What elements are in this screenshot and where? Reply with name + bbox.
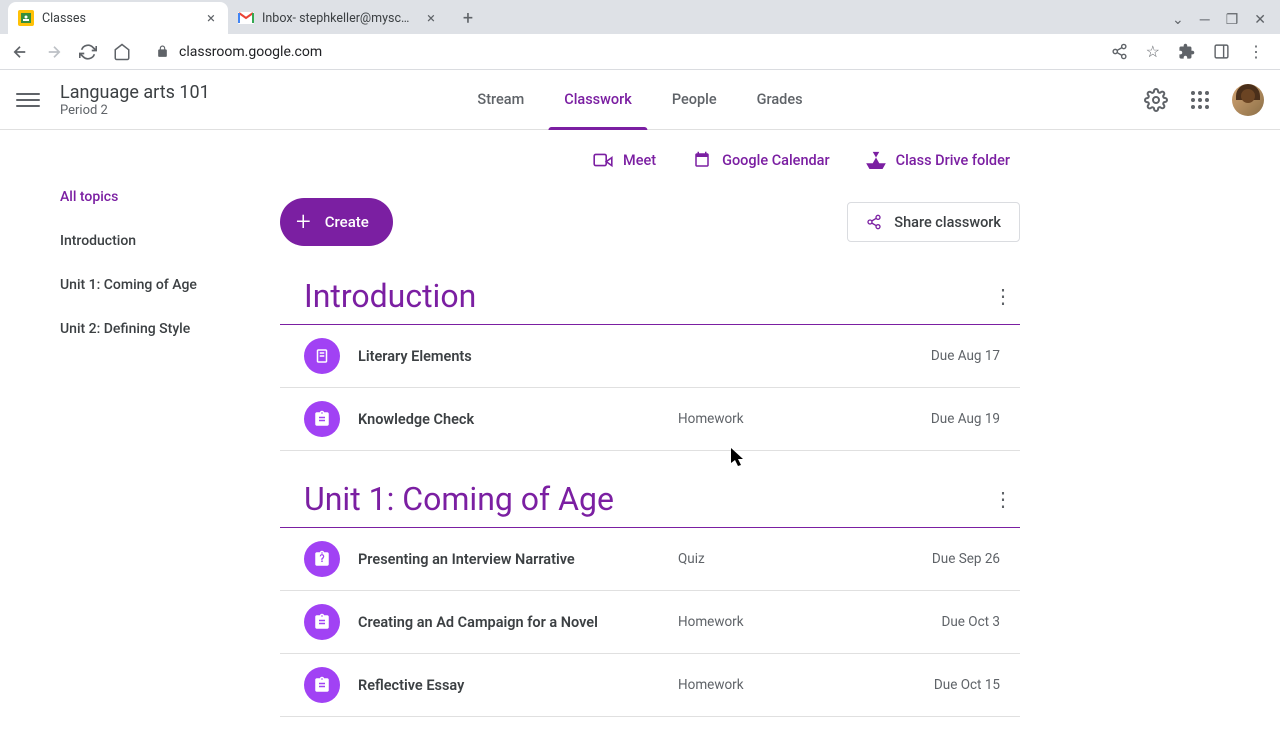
sidebar-item-all-topics[interactable]: All topics [60, 175, 280, 219]
class-period: Period 2 [60, 103, 210, 118]
assignment-row[interactable]: Literary Elements Due Aug 17 [280, 325, 1020, 388]
topic-menu-icon[interactable]: ⋮ [985, 276, 1020, 316]
browser-tab-inactive[interactable]: Inbox- stephkeller@myschool.edu × [228, 2, 448, 34]
tab-people[interactable]: People [672, 70, 717, 130]
google-apps-icon[interactable] [1188, 88, 1212, 112]
url-text: classroom.google.com [179, 44, 322, 60]
topic-title[interactable]: Introduction [280, 277, 476, 315]
drive-icon [866, 150, 886, 170]
assignment-due: Due Aug 17 [931, 348, 1000, 364]
window-controls: ⌄ ─ ❐ ✕ [1172, 11, 1280, 34]
assignment-title: Literary Elements [358, 348, 678, 365]
url-field[interactable]: classroom.google.com [146, 44, 1097, 60]
back-button[interactable] [10, 42, 30, 62]
class-name: Language arts 101 [60, 82, 210, 103]
browser-tab-strip: Classes × Inbox- stephkeller@myschool.ed… [0, 0, 1280, 34]
assignment-icon [304, 604, 340, 640]
tab-title: Inbox- stephkeller@myschool.edu [262, 11, 412, 26]
classroom-favicon-icon [18, 10, 34, 26]
assignment-row[interactable]: Creating an Ad Campaign for a Novel Home… [280, 591, 1020, 654]
assignment-due: Due Sep 26 [932, 551, 1000, 567]
hamburger-menu-icon[interactable] [16, 88, 40, 112]
address-bar: classroom.google.com ☆ ⋮ [0, 34, 1280, 70]
assignment-title: Creating an Ad Campaign for a Novel [358, 614, 678, 631]
main-content: Meet Google Calendar Class Drive folder … [280, 150, 1080, 745]
close-icon[interactable]: × [424, 9, 438, 27]
assignment-due: Due Oct 3 [941, 614, 1000, 630]
assignment-due: Due Oct 15 [934, 677, 1000, 693]
assignment-title: Presenting an Interview Narrative [358, 551, 678, 568]
assignment-icon [304, 667, 340, 703]
topic-section: Introduction ⋮ Literary Elements Due Aug… [280, 276, 1020, 451]
assignment-due: Due Aug 19 [931, 411, 1000, 427]
calendar-icon [692, 150, 712, 170]
gmail-favicon-icon [238, 10, 254, 26]
assignment-title: Knowledge Check [358, 411, 678, 428]
minimize-icon[interactable]: ─ [1200, 11, 1210, 28]
assignment-type: Homework [678, 411, 931, 427]
assignment-row[interactable]: Presenting an Interview Narrative Quiz D… [280, 528, 1020, 591]
tab-classwork[interactable]: Classwork [564, 70, 632, 130]
browser-tab-active[interactable]: Classes × [8, 2, 228, 34]
maximize-icon[interactable]: ❐ [1226, 12, 1239, 28]
app-header: Language arts 101 Period 2 Stream Classw… [0, 70, 1280, 130]
close-icon[interactable]: × [204, 9, 218, 27]
lock-icon [156, 45, 169, 58]
sidebar-item-introduction[interactable]: Introduction [60, 219, 280, 263]
chevron-down-icon[interactable]: ⌄ [1172, 12, 1184, 28]
reload-button[interactable] [78, 42, 98, 62]
chrome-menu-icon[interactable]: ⋮ [1248, 42, 1264, 61]
assignment-row[interactable]: Knowledge Check Homework Due Aug 19 [280, 388, 1020, 451]
quiz-icon [304, 541, 340, 577]
bookmark-icon[interactable]: ☆ [1146, 42, 1160, 61]
tab-title: Classes [42, 11, 86, 26]
class-title-block[interactable]: Language arts 101 Period 2 [60, 82, 210, 118]
assignment-type: Homework [678, 677, 934, 693]
assignment-icon [304, 401, 340, 437]
topic-title[interactable]: Unit 1: Coming of Age [280, 480, 614, 518]
share-page-icon[interactable] [1111, 43, 1128, 60]
assignment-row[interactable]: Reflective Essay Homework Due Oct 15 [280, 654, 1020, 717]
new-tab-button[interactable]: + [454, 4, 482, 32]
share-icon [866, 214, 882, 230]
sidebar-item-unit-2[interactable]: Unit 2: Defining Style [60, 307, 280, 351]
create-label: Create [325, 213, 369, 231]
extensions-icon[interactable] [1178, 43, 1195, 60]
user-avatar[interactable] [1232, 84, 1264, 116]
share-classwork-button[interactable]: Share classwork [847, 202, 1020, 242]
topic-section: Unit 1: Coming of Age ⋮ Presenting an In… [280, 479, 1020, 717]
share-label: Share classwork [894, 214, 1001, 231]
assignment-type: Homework [678, 614, 941, 630]
calendar-label: Google Calendar [722, 152, 830, 169]
topics-sidebar: All topics Introduction Unit 1: Coming o… [0, 150, 280, 745]
meet-icon [593, 150, 613, 170]
meet-label: Meet [623, 152, 656, 169]
topic-menu-icon[interactable]: ⋮ [985, 479, 1020, 519]
drive-link[interactable]: Class Drive folder [866, 150, 1010, 170]
gear-icon[interactable] [1144, 88, 1168, 112]
forward-button[interactable] [44, 42, 64, 62]
tab-stream[interactable]: Stream [477, 70, 524, 130]
close-window-icon[interactable]: ✕ [1254, 12, 1266, 28]
side-panel-icon[interactable] [1213, 43, 1230, 60]
main-nav-tabs: Stream Classwork People Grades [477, 70, 802, 130]
tab-grades[interactable]: Grades [757, 70, 803, 130]
material-icon [304, 338, 340, 374]
sidebar-item-unit-1[interactable]: Unit 1: Coming of Age [60, 263, 280, 307]
meet-link[interactable]: Meet [593, 150, 656, 170]
plus-icon: + [296, 207, 311, 237]
drive-label: Class Drive folder [896, 152, 1010, 169]
assignment-title: Reflective Essay [358, 677, 678, 694]
home-button[interactable] [112, 42, 132, 62]
create-button[interactable]: + Create [280, 198, 393, 246]
calendar-link[interactable]: Google Calendar [692, 150, 830, 170]
assignment-type: Quiz [678, 551, 932, 567]
